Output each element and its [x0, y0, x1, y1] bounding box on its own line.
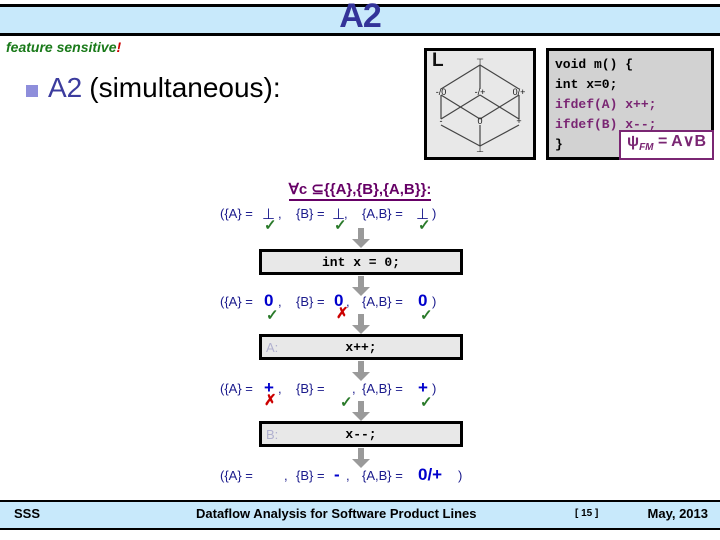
psi-symbol: ψ	[627, 132, 640, 150]
flow-arrow-icon	[352, 401, 370, 421]
page-title: A2	[339, 0, 381, 35]
paren-close-3: )	[432, 381, 437, 396]
footer-bottom-rule	[0, 528, 720, 530]
comma-2: ,	[352, 381, 356, 396]
svg-text:-/+: -/+	[475, 87, 486, 97]
svg-text:0: 0	[477, 116, 482, 126]
config-a-label: ({A} =	[220, 381, 253, 396]
square-bullet-icon	[26, 85, 38, 97]
statement-box: A: x++;	[259, 334, 463, 360]
code-line-0: void m() {	[555, 57, 634, 72]
comma-1: ,	[278, 294, 282, 309]
footer-organization: SSS	[14, 506, 41, 521]
statement-text: x++;	[345, 340, 377, 355]
comma-2: ,	[346, 468, 350, 483]
statement-text: x--;	[345, 427, 377, 442]
feature-sensitive-exclamation: !	[116, 39, 122, 55]
statement-box: B: x--;	[259, 421, 463, 447]
config-b-label: {B} =	[296, 206, 325, 221]
statement-text: int x = 0;	[321, 255, 400, 270]
lattice-hasse-svg: ⊤ -/0 -/+ 0/+ - 0 + ⊥	[436, 57, 526, 154]
config-ab-label: {A,B} =	[362, 381, 403, 396]
config-ab-mark: ✓	[418, 217, 431, 234]
config-ab-label: {A,B} =	[362, 468, 403, 483]
config-ab-label: {A,B} =	[362, 294, 403, 309]
config-b-label: {B} =	[296, 381, 325, 396]
svg-text:+: +	[516, 116, 521, 126]
bullet-highlight-label: A2	[48, 72, 83, 103]
fm-formula-text: = A∨B	[657, 132, 706, 150]
config-a-label: ({A} =	[220, 206, 253, 221]
flow-arrow-icon	[352, 314, 370, 334]
comma-1: ,	[284, 468, 288, 483]
config-b-value: -	[334, 465, 340, 484]
config-ab-mark: ✓	[420, 307, 433, 324]
bullet-heading: A2 (simultaneous):	[26, 72, 281, 104]
comma-1: ,	[278, 206, 282, 221]
code-line-1: int x=0;	[555, 77, 618, 92]
flow-arrow-icon	[352, 448, 370, 468]
quantifier-line: ∀c ⊆{{A},{B},{A,B}}:	[0, 180, 720, 201]
psi-subscript: FM	[639, 142, 654, 153]
quantifier-text: ∀c ⊆{{A},{B},{A,B}}:	[288, 181, 432, 201]
comma-2: ,	[346, 294, 350, 309]
lattice-node-bottom: ⊥	[476, 144, 484, 154]
comma-1: ,	[278, 381, 282, 396]
svg-text:-/0: -/0	[436, 87, 447, 97]
lattice-diagram: L ⊤ -/0 -/+ 0/+ - 0 + ⊥	[424, 48, 536, 160]
config-a-mark: ✓	[264, 217, 277, 234]
code-line-2: ifdef(A) x++;	[555, 97, 657, 112]
config-a-label: ({A} =	[220, 294, 253, 309]
config-b-label: {B} =	[296, 294, 325, 309]
config-a-mark: ✗	[264, 392, 277, 409]
statement-box: int x = 0;	[259, 249, 463, 275]
config-a-mark: ✓	[266, 307, 279, 324]
paren-close-1: )	[432, 206, 437, 221]
flow-arrow-icon	[352, 361, 370, 381]
config-b-mark: ✓	[334, 217, 347, 234]
footer-page-number: [ 15 ]	[575, 508, 599, 519]
config-ab-value: 0/+	[418, 465, 443, 484]
lattice-node-top: ⊤	[476, 57, 484, 67]
config-ab-mark: ✓	[420, 394, 433, 411]
comma-2: ,	[344, 206, 348, 221]
footer-date: May, 2013	[647, 506, 708, 521]
svg-text:-: -	[440, 116, 443, 126]
config-ab-label: {A,B} =	[362, 206, 403, 221]
statement-feature-tag: B:	[266, 427, 279, 442]
source-code-snippet: void m() { int x=0; ifdef(A) x++; ifdef(…	[546, 48, 714, 160]
footer-presentation-title: Dataflow Analysis for Software Product L…	[196, 506, 477, 521]
feature-model-formula: ψFM = A∨B	[619, 129, 714, 160]
config-b-label: {B} =	[296, 468, 325, 483]
config-b-mark: ✓	[340, 394, 353, 411]
statement-feature-tag: A:	[266, 340, 279, 355]
config-a-label: ({A} =	[220, 468, 253, 483]
state-row: ({A} = , {B} = - , {A,B} = 0/+ )	[220, 465, 510, 496]
bullet-rest-label: (simultaneous):	[89, 72, 281, 103]
flow-arrow-icon	[352, 276, 370, 296]
paren-close-2: )	[432, 294, 437, 309]
paren-close-4: )	[458, 468, 463, 483]
feature-sensitive-text: feature sensitive	[6, 39, 117, 55]
config-b-mark: ✗	[336, 305, 349, 322]
svg-text:0/+: 0/+	[513, 87, 526, 97]
flow-arrow-icon	[352, 228, 370, 248]
feature-sensitive-tag: feature sensitive!	[6, 39, 121, 55]
